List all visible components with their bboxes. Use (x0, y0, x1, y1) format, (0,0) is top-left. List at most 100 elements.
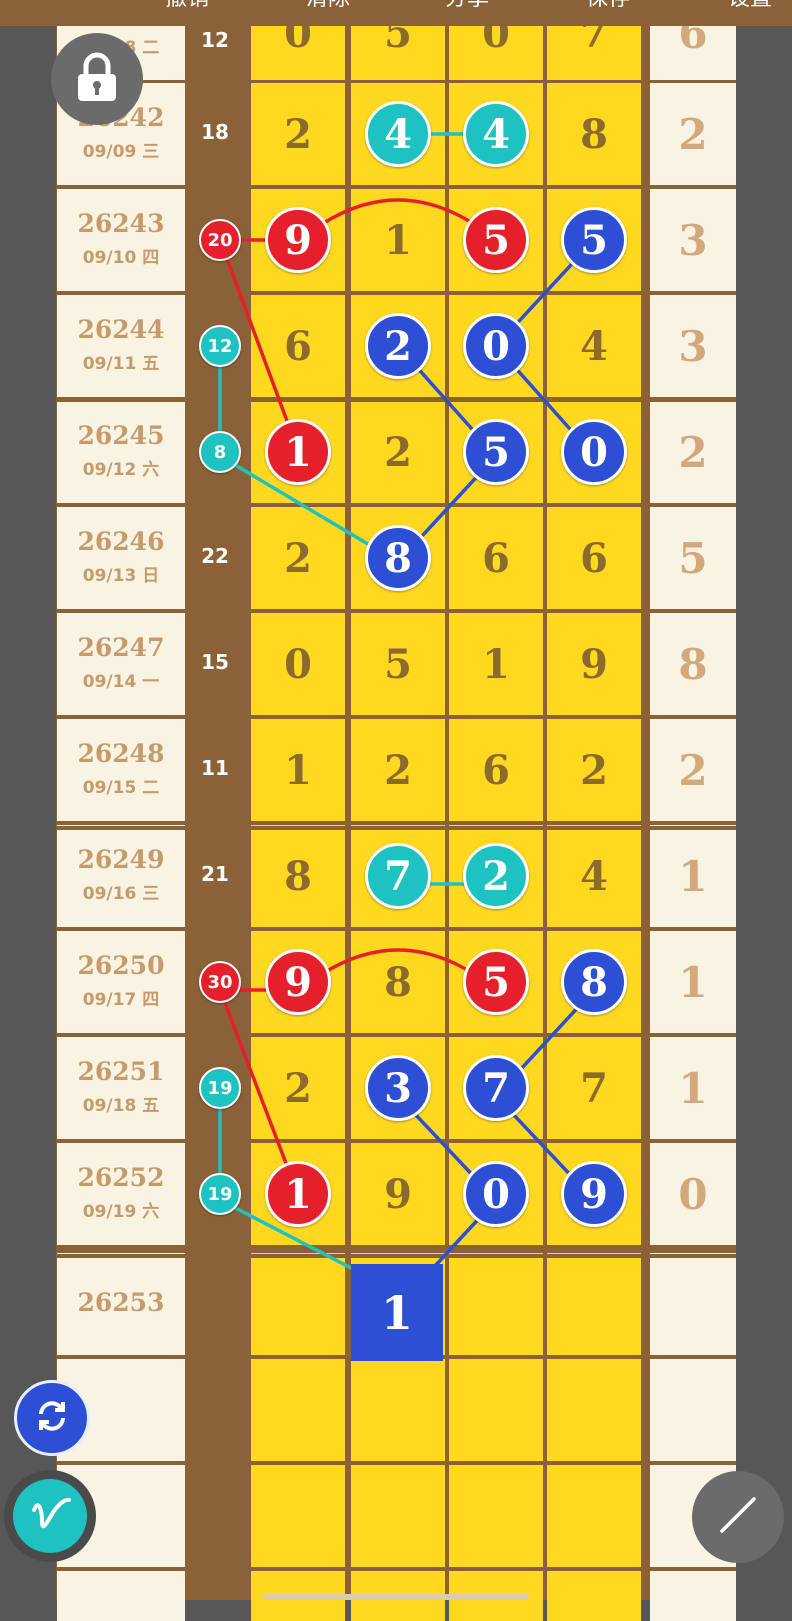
extra-cell: 0 (650, 1143, 736, 1245)
digit-cell[interactable]: 2 (351, 719, 445, 821)
digit-cell[interactable]: 6 (449, 507, 543, 609)
digit-cell[interactable] (449, 1253, 543, 1355)
digit-value: 2 (284, 1064, 312, 1112)
extra-cell: 3 (650, 189, 736, 291)
digit-value: 8 (580, 110, 608, 158)
clear-button[interactable]: 清除 (273, 0, 383, 14)
digit-cell[interactable]: 1 (351, 189, 445, 291)
sum-cell: 22 (185, 507, 245, 609)
digit-value: 4 (580, 322, 608, 370)
marker-ball-teal[interactable]: 4 (463, 101, 529, 167)
sum-value: 12 (201, 28, 229, 52)
digit-cell[interactable]: 8 (351, 931, 445, 1033)
digit-cell[interactable] (547, 1359, 641, 1461)
draw-date: 09/18 五 (82, 1096, 160, 1116)
undo-button[interactable]: 撤销 (132, 0, 242, 14)
digit-cell[interactable]: 9 (351, 1143, 445, 1245)
digit-cell[interactable]: 2 (251, 83, 345, 185)
digit-value: 2 (284, 110, 312, 158)
marker-ball-blue[interactable]: 8 (365, 525, 431, 591)
marker-ball-red[interactable]: 9 (265, 207, 331, 273)
extra-cell: 2 (650, 719, 736, 821)
save-button[interactable]: 保存 (553, 0, 663, 14)
extra-cell: 6 (650, 9, 736, 80)
extra-value: 2 (678, 745, 708, 795)
digit-cell[interactable]: 5 (351, 613, 445, 715)
next-pick-box[interactable]: 1 (351, 1264, 443, 1361)
digit-cell[interactable] (547, 1465, 641, 1567)
digit-value: 9 (580, 640, 608, 688)
digit-cell[interactable]: 1 (449, 613, 543, 715)
digit-cell[interactable]: 2 (351, 401, 445, 503)
period-number: 26247 (77, 633, 165, 662)
group-separator (56, 1254, 736, 1258)
digit-cell[interactable] (449, 1359, 543, 1461)
marker-ball-red[interactable]: 1 (265, 419, 331, 485)
marker-ball-red[interactable]: 1 (265, 1161, 331, 1227)
digit-cell[interactable]: 8 (547, 83, 641, 185)
marker-ball-blue[interactable]: 7 (463, 1055, 529, 1121)
marker-ball-red[interactable]: 9 (265, 949, 331, 1015)
digit-cell[interactable]: 6 (547, 507, 641, 609)
marker-ball-blue[interactable]: 0 (463, 313, 529, 379)
refresh-icon (33, 1397, 71, 1439)
digit-cell[interactable] (251, 1359, 345, 1461)
digit-cell[interactable] (547, 1571, 641, 1621)
digit-cell[interactable]: 5 (351, 10, 445, 80)
pen-icon (13, 1479, 87, 1553)
digit-cell[interactable]: 2 (547, 719, 641, 821)
settings-button[interactable]: 设置 (695, 0, 792, 14)
refresh-button[interactable] (14, 1380, 90, 1456)
digit-cell[interactable] (449, 1465, 543, 1567)
share-button[interactable]: 分享 (412, 0, 522, 14)
pen-tool-button[interactable] (4, 1470, 96, 1562)
marker-ball-blue[interactable]: 0 (561, 419, 627, 485)
digit-cell[interactable]: 4 (547, 825, 641, 927)
digit-cell[interactable]: 2 (251, 507, 345, 609)
digit-value: 6 (284, 322, 312, 370)
digit-cell[interactable] (351, 1465, 445, 1567)
digit-cell[interactable]: 6 (251, 295, 345, 397)
sum-cell (185, 1253, 245, 1355)
digit-cell[interactable]: 7 (547, 10, 641, 80)
digit-cell[interactable]: 7 (547, 1037, 641, 1139)
digit-cell[interactable]: 4 (547, 295, 641, 397)
marker-ball-blue[interactable]: 2 (365, 313, 431, 379)
marker-ball-blue[interactable]: 9 (561, 1161, 627, 1227)
marker-ball-blue[interactable]: 5 (561, 207, 627, 273)
digit-cell[interactable]: 6 (449, 719, 543, 821)
marker-ball-teal[interactable]: 4 (365, 101, 431, 167)
marker-ball-blue[interactable]: 5 (463, 419, 529, 485)
digit-cell[interactable]: 0 (449, 10, 543, 80)
digit-cell[interactable] (251, 1465, 345, 1567)
marker-ball-blue[interactable]: 3 (365, 1055, 431, 1121)
marker-ball-blue[interactable]: 8 (561, 949, 627, 1015)
sum-marker-teal[interactable]: 8 (199, 431, 241, 473)
lock-button[interactable] (51, 33, 143, 125)
extra-value: 1 (678, 1063, 708, 1113)
marker-ball-teal[interactable]: 2 (463, 843, 529, 909)
extra-cell: 3 (650, 295, 736, 397)
period-number: 26244 (77, 315, 165, 344)
line-tool-button[interactable] (692, 1471, 784, 1563)
draw-date: 09/14 一 (82, 672, 160, 692)
digit-cell[interactable]: 8 (251, 825, 345, 927)
sum-marker-teal[interactable]: 12 (199, 325, 241, 367)
digit-cell[interactable] (251, 1253, 345, 1355)
digit-cell[interactable] (547, 1253, 641, 1355)
marker-ball-red[interactable]: 5 (463, 207, 529, 273)
sum-marker-red[interactable]: 20 (199, 219, 241, 261)
digit-cell[interactable]: 0 (251, 10, 345, 80)
sum-marker-teal[interactable]: 19 (199, 1173, 241, 1215)
sum-marker-teal[interactable]: 19 (199, 1067, 241, 1109)
digit-cell[interactable]: 0 (251, 613, 345, 715)
marker-ball-teal[interactable]: 7 (365, 843, 431, 909)
digit-cell[interactable]: 1 (251, 719, 345, 821)
digit-cell[interactable]: 9 (547, 613, 641, 715)
marker-ball-red[interactable]: 5 (463, 949, 529, 1015)
digit-cell[interactable] (351, 1359, 445, 1461)
marker-ball-blue[interactable]: 0 (463, 1161, 529, 1227)
digit-cell[interactable]: 2 (251, 1037, 345, 1139)
line-tool-icon (716, 1493, 760, 1541)
sum-marker-red[interactable]: 30 (199, 961, 241, 1003)
